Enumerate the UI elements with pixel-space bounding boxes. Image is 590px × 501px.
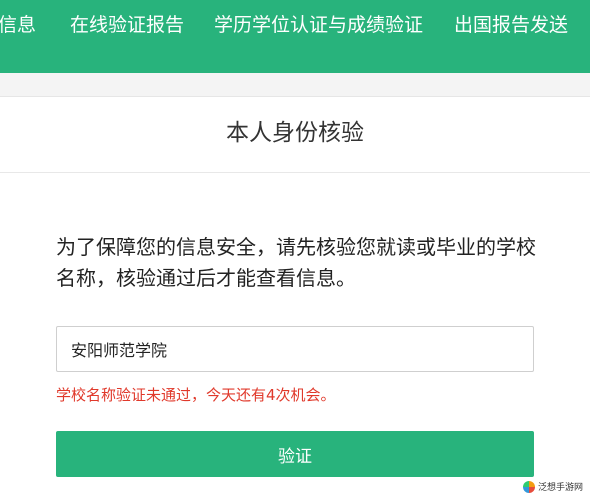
identity-verification-card: 本人身份核验 为了保障您的信息安全，请先核验您就读或毕业的学校名称，核验通过后才… [0, 96, 590, 501]
verify-button[interactable]: 验证 [56, 431, 534, 477]
error-message: 学校名称验证未通过，今天还有4次机会。 [56, 386, 336, 404]
top-nav-bar: 信息 在线验证报告 学历学位认证与成绩验证 出国报告发送 [0, 0, 590, 73]
watermark-text: 泛想手游网 [537, 483, 583, 493]
nav-item-online-report[interactable]: 在线验证报告 [70, 12, 184, 38]
watermark-logo-icon [522, 480, 535, 493]
school-name-input[interactable] [56, 326, 534, 372]
nav-item-abroad-report[interactable]: 出国报告发送 [454, 12, 568, 38]
card-title: 本人身份核验 [226, 120, 364, 146]
title-divider [0, 172, 590, 173]
site-watermark: 泛想手游网 [519, 479, 586, 494]
nav-item-info[interactable]: 信息 [0, 12, 36, 38]
instruction-text: 为了保障您的信息安全，请先核验您就读或毕业的学校名称，核验通过后才能查看信息。 [56, 235, 536, 290]
nav-item-degree-verification[interactable]: 学历学位认证与成绩验证 [214, 12, 423, 38]
